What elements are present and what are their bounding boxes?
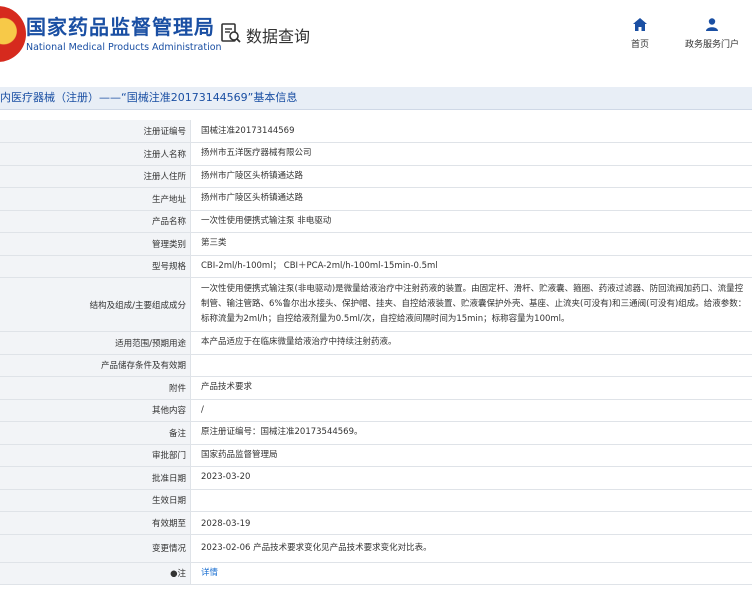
data-query-title: 数据查询: [220, 22, 310, 48]
field-value: 2023-02-06 产品技术要求变化见产品技术要求变化对比表。: [190, 534, 752, 563]
field-value: [190, 489, 752, 512]
field-value: 产品技术要求: [190, 376, 752, 400]
table-row: 适用范围/预期用途 本产品适应于在临床微量给液治疗中持续注射药液。: [0, 331, 752, 355]
site-header: 国家药品监督管理局 National Medical Products Admi…: [0, 0, 752, 75]
field-label: 管理类别: [0, 232, 191, 256]
data-query-label: 数据查询: [246, 27, 311, 46]
page-title: 内医疗器械（注册）——“国械注准20173144569”基本信息: [0, 87, 752, 110]
field-value: 一次性使用便携式输注泵(非电驱动)是微量给液治疗中注射药液的装置。由固定杆、滑杆…: [190, 277, 752, 332]
field-value: 2028-03-19: [190, 511, 752, 535]
field-label: 产品名称: [0, 210, 191, 233]
field-label: 批准日期: [0, 466, 191, 490]
table-row: 注册人名称 扬州市五洋医疗器械有限公司: [0, 142, 752, 166]
table-row: ●注 详情: [0, 562, 752, 585]
field-value: 扬州市广陵区头桥镇通达路: [190, 165, 752, 188]
table-row: 批准日期 2023-03-20: [0, 466, 752, 490]
field-label: ●注: [0, 562, 191, 585]
field-value: 扬州市广陵区头桥镇通达路: [190, 187, 752, 211]
table-row: 有效期至 2028-03-19: [0, 511, 752, 535]
field-label: 变更情况: [0, 534, 191, 563]
field-label: 备注: [0, 421, 191, 445]
table-row: 变更情况 2023-02-06 产品技术要求变化见产品技术要求变化对比表。: [0, 534, 752, 563]
field-label: 生产地址: [0, 187, 191, 211]
field-value: 国械注准20173144569: [190, 120, 752, 143]
table-row: 结构及组成/主要组成成分 一次性使用便携式输注泵(非电驱动)是微量给液治疗中注射药…: [0, 277, 752, 332]
field-value: 原注册证编号：国械注准20173544569。: [190, 421, 752, 445]
table-row: 产品名称 一次性使用便携式输注泵 非电驱动: [0, 210, 752, 233]
table-row: 生产地址 扬州市广陵区头桥镇通达路: [0, 187, 752, 211]
nav-service-label: 政务服务门户: [685, 40, 740, 50]
nav-home[interactable]: 首页: [631, 18, 649, 50]
field-label: 注册人住所: [0, 165, 191, 188]
field-label: 其他内容: [0, 399, 191, 422]
field-label: 审批部门: [0, 444, 191, 467]
table-row: 备注 原注册证编号：国械注准20173544569。: [0, 421, 752, 445]
table-row: 其他内容 /: [0, 399, 752, 422]
field-value: /: [190, 399, 752, 422]
table-row: 产品储存条件及有效期: [0, 354, 752, 377]
field-label: 型号规格: [0, 255, 191, 278]
field-value: 本产品适应于在临床微量给液治疗中持续注射药液。: [190, 331, 752, 355]
table-row: 生效日期: [0, 489, 752, 512]
site-brand[interactable]: 国家药品监督管理局 National Medical Products Admi…: [26, 11, 222, 53]
field-label: 附件: [0, 376, 191, 400]
field-label: 生效日期: [0, 489, 191, 512]
user-icon: [705, 18, 719, 34]
field-label: 有效期至: [0, 511, 191, 535]
detail-table: 注册证编号 国械注准20173144569 注册人名称 扬州市五洋医疗器械有限公司 注册…: [0, 120, 752, 585]
national-emblem-icon: [0, 6, 26, 62]
field-label: 产品储存条件及有效期: [0, 354, 191, 377]
detail-link[interactable]: 详情: [201, 568, 218, 578]
table-row: 审批部门 国家药品监督管理局: [0, 444, 752, 467]
field-label: 适用范围/预期用途: [0, 331, 191, 355]
nav-home-label: 首页: [631, 40, 650, 50]
table-row: 型号规格 CBI-2ml/h-100ml； CBI＋PCA-2ml/h-100ml…: [0, 255, 752, 278]
table-row: 注册人住所 扬州市广陵区头桥镇通达路: [0, 165, 752, 188]
field-value: CBI-2ml/h-100ml； CBI＋PCA-2ml/h-100ml-15m…: [190, 255, 752, 278]
table-row: 注册证编号 国械注准20173144569: [0, 120, 752, 143]
field-value: 详情: [190, 562, 752, 585]
field-value: [190, 354, 752, 377]
nav-service-portal[interactable]: 政务服务门户: [685, 18, 739, 50]
field-label: 注册人名称: [0, 142, 191, 166]
org-name-en: National Medical Products Administration: [26, 42, 222, 53]
field-label: 结构及组成/主要组成成分: [0, 277, 191, 332]
document-search-icon: [220, 22, 242, 48]
field-value: 一次性使用便携式输注泵 非电驱动: [190, 210, 752, 233]
field-label: 注册证编号: [0, 120, 191, 143]
field-value: 2023-03-20: [190, 466, 752, 490]
field-value: 第三类: [190, 232, 752, 256]
table-row: 附件 产品技术要求: [0, 376, 752, 400]
home-icon: [633, 18, 647, 34]
org-name-cn: 国家药品监督管理局: [26, 15, 215, 39]
field-value: 国家药品监督管理局: [190, 444, 752, 467]
field-value: 扬州市五洋医疗器械有限公司: [190, 142, 752, 166]
table-row: 管理类别 第三类: [0, 232, 752, 256]
